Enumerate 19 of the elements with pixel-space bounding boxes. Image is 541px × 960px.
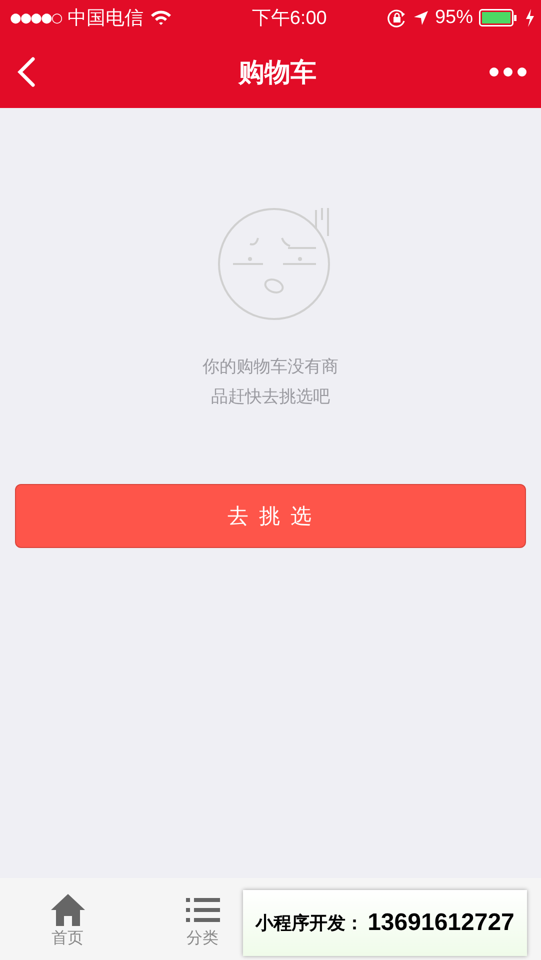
home-icon [50,892,86,928]
rotation-lock-icon [386,8,407,28]
battery-percent: 95% [434,7,473,29]
charging-bolt-icon [524,9,535,27]
status-time: 下午6:00 [250,7,327,31]
wifi-icon [150,10,172,26]
location-arrow-icon [412,10,429,26]
battery-icon [478,9,519,27]
banner-label: 小程序开发： [256,912,364,935]
back-icon[interactable] [16,56,36,88]
signal-dots: ●●●●○ [10,10,62,26]
tab-item[interactable]: 分类 [184,878,220,960]
phone-number: 13691612727 [368,909,514,937]
empty-cart-message: 你的购物车没有商品赶快去挑选吧 [202,356,338,409]
tab-item[interactable]: 首页 [50,878,86,960]
carrier-name: 中国电信 [68,6,144,31]
more-icon[interactable] [489,67,527,77]
go-shopping-button[interactable]: 去 挑 选 [15,484,526,548]
page-title: 购物车 [238,56,316,90]
